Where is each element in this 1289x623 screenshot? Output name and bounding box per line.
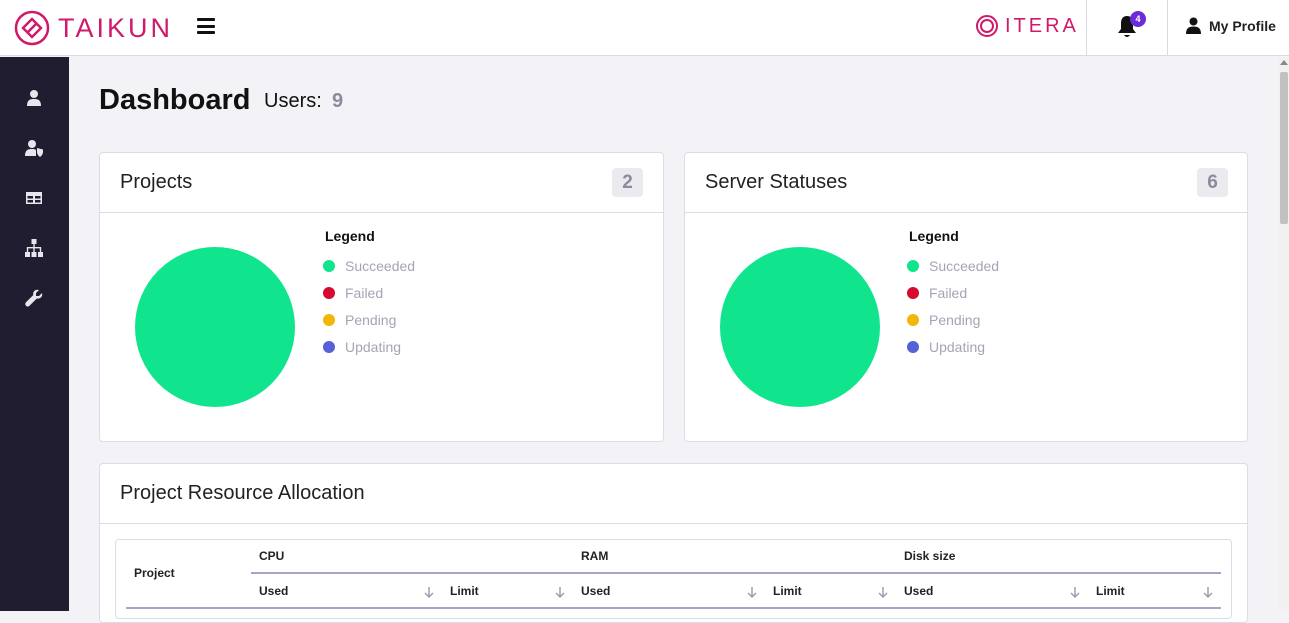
sidebar-item-settings[interactable]	[24, 288, 44, 308]
legend-dot	[323, 341, 335, 353]
legend-title: Legend	[325, 228, 375, 244]
legend-dot	[323, 314, 335, 326]
legend-label: Updating	[345, 339, 402, 355]
user-icon	[27, 90, 41, 106]
menu-toggle-icon[interactable]	[197, 18, 215, 34]
card-title: Project Resource Allocation	[120, 482, 365, 504]
my-profile-button[interactable]: My Profile	[1186, 17, 1276, 34]
legend-dot	[907, 260, 919, 272]
taikun-logo-icon	[14, 10, 50, 46]
servers-pie-chart[interactable]	[720, 247, 880, 407]
legend-title: Legend	[909, 228, 959, 244]
disk-limit-header[interactable]: Limit	[1096, 584, 1125, 598]
resource-table: Project CPU RAM Disk size Used Limit Use…	[115, 539, 1232, 619]
ram-used-header[interactable]: Used	[581, 584, 610, 598]
page-title: Dashboard	[99, 84, 251, 116]
card-header: Projects 2	[100, 153, 663, 213]
users-count: 9	[332, 90, 344, 112]
legend-label: Pending	[345, 312, 397, 328]
projects-pie-chart[interactable]	[135, 247, 295, 407]
ram-group-header: RAM	[581, 549, 609, 563]
legend-label: Failed	[345, 285, 384, 301]
sort-arrow-icon[interactable]	[878, 585, 888, 598]
legend-item-pending[interactable]: Pending	[323, 312, 396, 328]
sort-arrow-icon[interactable]	[1203, 585, 1213, 598]
itera-logo: ITERA	[975, 14, 1079, 38]
disk-used-header[interactable]: Used	[904, 584, 933, 598]
project-column-header[interactable]: Project	[134, 566, 175, 580]
legend-item-pending[interactable]: Pending	[907, 312, 980, 328]
sidebar-item-table[interactable]	[24, 188, 44, 208]
sitemap-icon	[25, 239, 43, 257]
projects-card: Projects 2 Legend Succeeded Failed Pendi…	[99, 152, 664, 442]
user-icon	[1186, 17, 1201, 34]
legend-item-succeeded[interactable]: Succeeded	[323, 258, 415, 274]
legend-dot	[323, 260, 335, 272]
legend-label: Succeeded	[929, 258, 1000, 274]
count-badge: 2	[612, 168, 643, 197]
cpu-group-header: CPU	[259, 549, 285, 563]
cpu-limit-header[interactable]: Limit	[450, 584, 479, 598]
sidebar-item-users[interactable]	[24, 88, 44, 108]
legend-item-succeeded[interactable]: Succeeded	[907, 258, 999, 274]
legend-label: Failed	[929, 285, 968, 301]
legend-item-updating[interactable]: Updating	[907, 339, 985, 355]
scroll-up-icon[interactable]	[1280, 60, 1288, 65]
top-bar: TAIKUN ITERA 4 My Profile	[0, 0, 1289, 56]
ram-limit-header[interactable]: Limit	[773, 584, 802, 598]
legend-label: Updating	[929, 339, 986, 355]
legend-item-failed[interactable]: Failed	[323, 285, 383, 301]
table-icon	[26, 192, 42, 204]
legend-dot	[907, 314, 919, 326]
scrollbar-thumb[interactable]	[1280, 72, 1288, 224]
users-label: Users:	[264, 90, 322, 112]
card-header: Server Statuses 6	[685, 153, 1247, 213]
legend-item-failed[interactable]: Failed	[907, 285, 967, 301]
user-shield-icon	[25, 140, 43, 157]
partner-name: ITERA	[1005, 14, 1079, 37]
legend-dot	[907, 287, 919, 299]
sort-arrow-icon[interactable]	[555, 585, 565, 598]
card-title: Server Statuses	[705, 171, 848, 193]
card-header: Project Resource Allocation	[100, 464, 1247, 524]
disk-group-header: Disk size	[904, 549, 956, 563]
sidebar-item-structure[interactable]	[24, 238, 44, 258]
header-divider	[251, 572, 1221, 574]
header-bottom-border	[126, 607, 1221, 609]
brand-name: TAIKUN	[58, 12, 174, 43]
itera-logo-icon	[976, 15, 998, 37]
sort-arrow-icon[interactable]	[424, 585, 434, 598]
legend-dot	[907, 341, 919, 353]
server-statuses-card: Server Statuses 6 Legend Succeeded Faile…	[684, 152, 1248, 442]
count-badge: 6	[1197, 168, 1228, 197]
divider	[1167, 0, 1168, 56]
notification-count-badge: 4	[1130, 11, 1146, 27]
legend-dot	[323, 287, 335, 299]
cpu-used-header[interactable]: Used	[259, 584, 288, 598]
profile-label: My Profile	[1209, 17, 1276, 34]
divider	[1086, 0, 1087, 56]
card-title: Projects	[120, 171, 193, 193]
wrench-icon	[25, 289, 43, 307]
legend-label: Succeeded	[345, 258, 416, 274]
legend-label: Pending	[929, 312, 981, 328]
sidebar	[0, 57, 69, 611]
sort-arrow-icon[interactable]	[747, 585, 757, 598]
taikun-logo[interactable]: TAIKUN	[14, 10, 173, 46]
legend-item-updating[interactable]: Updating	[323, 339, 401, 355]
sort-arrow-icon[interactable]	[1070, 585, 1080, 598]
sidebar-item-access[interactable]	[24, 138, 44, 158]
